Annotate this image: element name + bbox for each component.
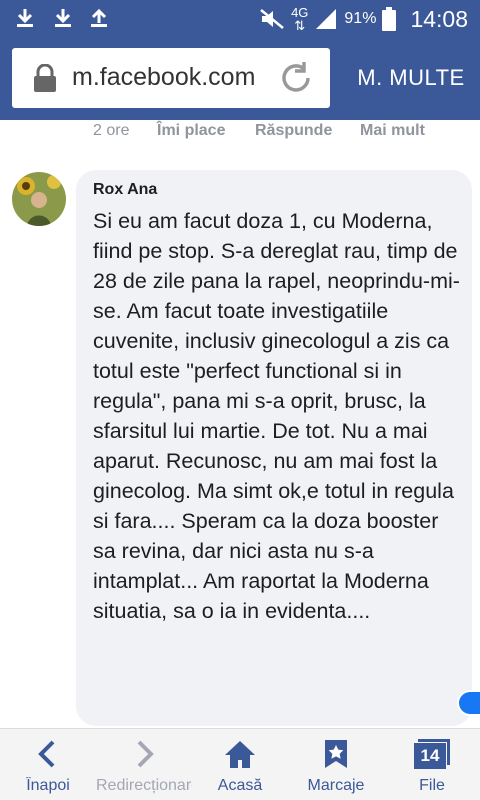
upload-icon	[91, 8, 107, 27]
more-menu-button[interactable]: M. MULTE	[342, 48, 480, 108]
nav-bookmarks[interactable]: Marcaje	[288, 729, 384, 800]
browser-toolbar: m.facebook.com M. MULTE	[0, 38, 480, 120]
lock-icon	[34, 64, 56, 92]
download-icon	[55, 9, 71, 27]
comment-time: 2 ore	[93, 122, 130, 139]
comment-author[interactable]: Rox Ana	[93, 181, 157, 199]
like-link[interactable]: Îmi place	[157, 122, 255, 144]
more-link[interactable]: Mai mult	[360, 122, 425, 144]
reload-icon[interactable]	[278, 60, 314, 96]
tabs-icon: 14	[414, 739, 450, 771]
reply-link[interactable]: Răspunde	[255, 122, 360, 144]
mute-icon	[260, 9, 284, 29]
address-bar[interactable]: m.facebook.com	[12, 48, 330, 108]
signal-icon	[316, 9, 337, 29]
forward-arrow-icon	[137, 740, 154, 768]
reaction-badge[interactable]	[457, 690, 480, 716]
avatar-image	[12, 172, 66, 226]
status-bar: 4G ⇅ 91% 14:08	[0, 0, 480, 38]
download-icon	[17, 9, 33, 27]
home-icon	[225, 741, 255, 768]
bottom-nav: Înapoi Redirecționare Acasă Marcaje 14 F…	[0, 728, 480, 800]
back-arrow-icon	[38, 740, 55, 768]
nav-back[interactable]: Înapoi	[0, 729, 96, 800]
battery-percent: 91%	[344, 10, 377, 27]
tab-count: 14	[414, 743, 446, 769]
battery-icon	[382, 7, 397, 31]
nav-tabs[interactable]: 14 File	[384, 729, 480, 800]
nav-forward[interactable]: Redirecționare	[96, 729, 192, 800]
bookmark-icon	[325, 740, 347, 768]
comment-bubble: Rox Ana Si eu am facut doza 1, cu Modern…	[76, 170, 472, 726]
prev-comment-actions: 2 ore Îmi place Răspunde Mai mult	[93, 122, 425, 144]
comment-text: Si eu am facut doza 1, cu Moderna, fiind…	[93, 209, 460, 623]
nav-home[interactable]: Acasă	[192, 729, 288, 800]
clock: 14:08	[410, 5, 468, 32]
url-text: m.facebook.com	[72, 63, 256, 91]
network-indicator: 4G ⇅	[291, 5, 309, 33]
avatar[interactable]	[12, 172, 66, 226]
